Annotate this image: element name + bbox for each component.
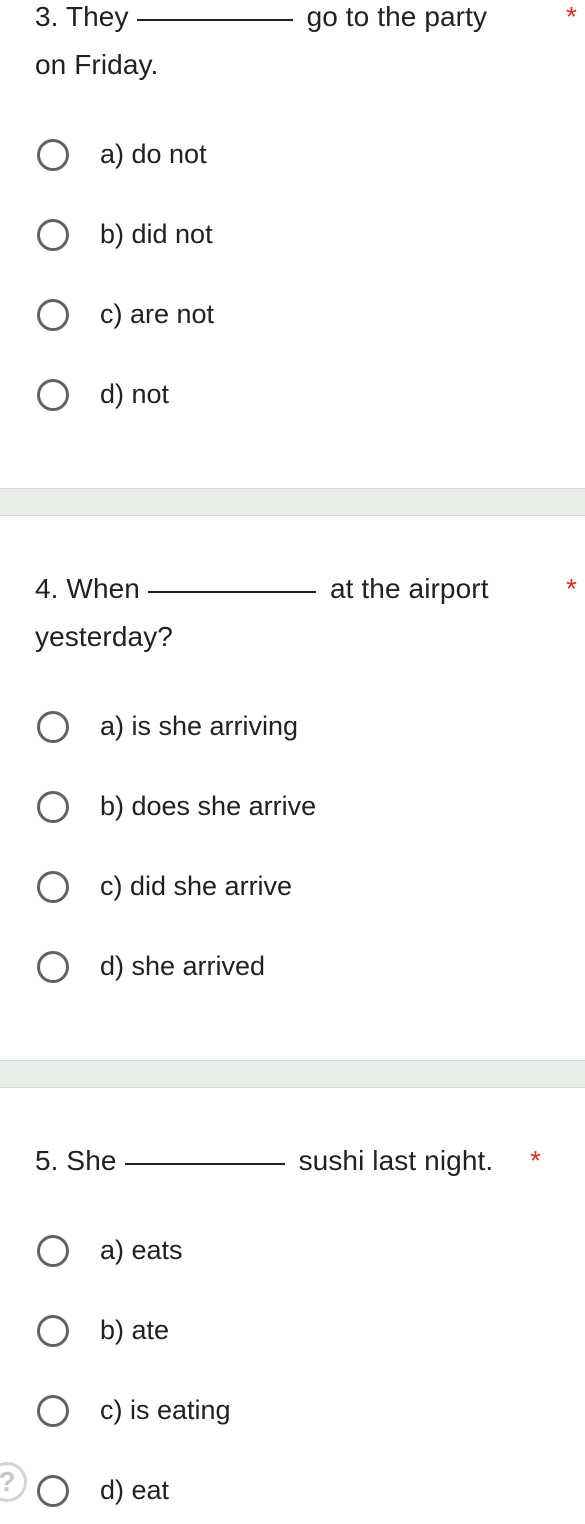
required-asterisk: * xyxy=(566,573,577,604)
radio-unchecked-icon[interactable] xyxy=(37,791,69,823)
radio-unchecked-icon[interactable] xyxy=(37,299,69,331)
question-3-option-a[interactable]: a) do not xyxy=(0,128,585,188)
question-4-title: 4. When at the airport yesterday? xyxy=(35,565,555,661)
question-3-text-line2: on Friday. xyxy=(35,49,159,80)
option-label: c) did she arrive xyxy=(100,871,293,901)
question-5-option-a[interactable]: a) eats xyxy=(0,1224,585,1284)
question-5-text-after: sushi last night. xyxy=(298,1145,494,1176)
option-label: a) eats xyxy=(100,1235,183,1265)
radio-unchecked-icon[interactable] xyxy=(37,951,69,983)
question-5-option-d[interactable]: d) eat xyxy=(0,1464,585,1524)
radio-unchecked-icon[interactable] xyxy=(37,1475,69,1507)
question-5-title: 5. She sushi last night. xyxy=(35,1137,555,1185)
radio-unchecked-icon[interactable] xyxy=(37,219,69,251)
question-5-option-b[interactable]: b) ate xyxy=(0,1304,585,1364)
radio-unchecked-icon[interactable] xyxy=(37,139,69,171)
question-5-text-before: 5. She xyxy=(35,1145,117,1176)
option-label: c) is eating xyxy=(100,1395,231,1425)
question-3-title: 3. They go to the party on Friday. xyxy=(35,0,555,89)
option-label: a) do not xyxy=(100,139,207,169)
option-label: d) eat xyxy=(100,1475,170,1505)
question-3-option-b[interactable]: b) did not xyxy=(0,208,585,268)
radio-unchecked-icon[interactable] xyxy=(37,871,69,903)
question-4-text-before: 4. When xyxy=(35,573,140,604)
option-label: d) not xyxy=(100,379,170,409)
question-4-option-d[interactable]: d) she arrived xyxy=(0,940,585,1000)
option-label: a) is she arriving xyxy=(100,711,299,741)
question-5-blank xyxy=(124,1163,285,1165)
option-label: b) ate xyxy=(100,1315,170,1345)
question-3-text-before: 3. They xyxy=(35,1,129,32)
section-divider xyxy=(0,488,585,516)
radio-unchecked-icon[interactable] xyxy=(37,711,69,743)
radio-unchecked-icon[interactable] xyxy=(37,1315,69,1347)
option-label: d) she arrived xyxy=(100,951,266,981)
radio-unchecked-icon[interactable] xyxy=(37,1235,69,1267)
question-4-blank xyxy=(147,591,316,593)
question-4-option-a[interactable]: a) is she arriving xyxy=(0,700,585,760)
section-divider xyxy=(0,1060,585,1088)
option-label: b) does she arrive xyxy=(100,791,317,821)
option-label: c) are not xyxy=(100,299,215,329)
question-4-option-b[interactable]: b) does she arrive xyxy=(0,780,585,840)
question-3-option-d[interactable]: d) not xyxy=(0,368,585,428)
question-3-text-after: go to the party xyxy=(306,1,488,32)
question-3-option-c[interactable]: c) are not xyxy=(0,288,585,348)
radio-unchecked-icon[interactable] xyxy=(37,1395,69,1427)
question-4-text-after: at the airport xyxy=(329,573,489,604)
question-4-option-c[interactable]: c) did she arrive xyxy=(0,860,585,920)
required-asterisk: * xyxy=(566,1,577,32)
option-label: b) did not xyxy=(100,219,213,249)
radio-unchecked-icon[interactable] xyxy=(37,379,69,411)
question-4-text-line2: yesterday? xyxy=(35,621,173,652)
question-3-blank xyxy=(136,19,293,21)
question-5-option-c[interactable]: c) is eating xyxy=(0,1384,585,1444)
required-asterisk: * xyxy=(530,1145,541,1176)
